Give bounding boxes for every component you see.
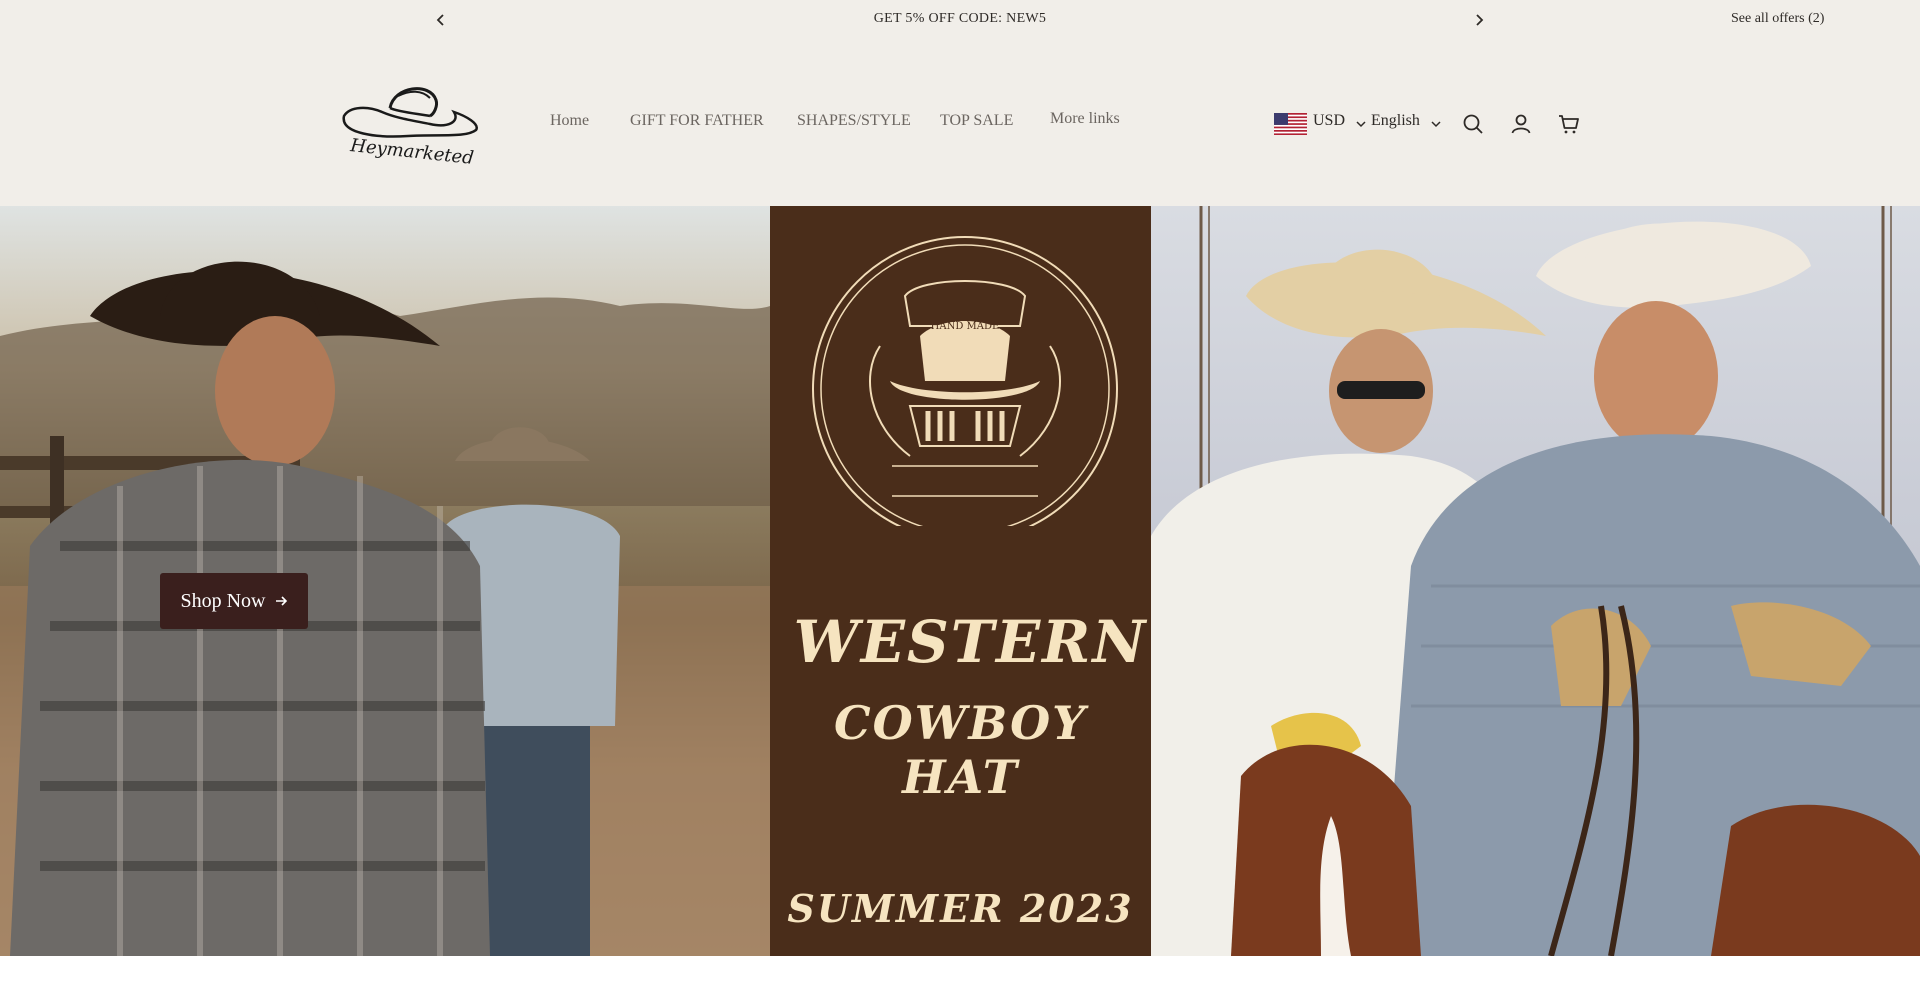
announcement-message: GET 5% OFF CODE: NEW5 bbox=[873, 11, 1047, 26]
handmade-badge-text: HAND MADE bbox=[931, 321, 1000, 332]
see-all-offers-link[interactable]: See all offers (2) bbox=[1731, 11, 1824, 27]
headline-summer-2023: SUMMER 2023 bbox=[787, 886, 1134, 931]
nav-more-links[interactable]: More links bbox=[1050, 110, 1120, 128]
headline-western: WESTERN bbox=[793, 608, 1148, 676]
site-header: Heymarketed Home GIFT FOR FATHER SHAPES/… bbox=[0, 40, 1920, 206]
logo-text: Heymarketed bbox=[348, 135, 474, 166]
nav-home[interactable]: Home bbox=[550, 112, 589, 130]
us-flag-icon bbox=[1274, 113, 1307, 135]
cart-icon[interactable] bbox=[1557, 112, 1581, 136]
logo[interactable]: Heymarketed bbox=[338, 76, 480, 169]
shop-now-button[interactable]: Shop Now bbox=[160, 573, 308, 629]
cowboys-riding-photo bbox=[1151, 206, 1920, 956]
hero-image-right bbox=[1151, 206, 1920, 956]
announcement-bar: GET 5% OFF CODE: NEW5 See all offers (2) bbox=[0, 0, 1920, 40]
cowboy-hat-logo-icon: Heymarketed bbox=[342, 87, 478, 169]
nav-shapes-style[interactable]: SHAPES/STYLE bbox=[797, 112, 911, 130]
hero-banner: Shop Now HAND MADE WESTERN COWBOY HAT SU… bbox=[0, 206, 1920, 956]
handmade-emblem-icon: HAND MADE bbox=[812, 236, 1118, 526]
nav-gift-for-father[interactable]: GIFT FOR FATHER bbox=[630, 112, 764, 130]
hero-promo-panel: HAND MADE WESTERN COWBOY HAT SUMMER 2023 bbox=[770, 206, 1151, 956]
arrow-right-icon bbox=[275, 596, 287, 606]
currency-selector[interactable]: USD bbox=[1313, 112, 1345, 130]
chevron-down-icon[interactable] bbox=[1355, 118, 1367, 130]
page-content-below-fold bbox=[0, 956, 1920, 993]
language-selector[interactable]: English bbox=[1371, 112, 1420, 130]
search-icon[interactable] bbox=[1461, 112, 1485, 136]
nav-top-sale[interactable]: TOP SALE bbox=[940, 112, 1013, 130]
hero-image-left: Shop Now bbox=[0, 206, 770, 956]
cowboy-photo-left bbox=[0, 261, 770, 956]
next-announcement-button[interactable] bbox=[1467, 8, 1491, 32]
chevron-down-icon[interactable] bbox=[1430, 118, 1442, 130]
shop-now-label: Shop Now bbox=[180, 589, 266, 612]
chevron-right-icon bbox=[1476, 14, 1484, 26]
headline-cowboy-hat: COWBOY HAT bbox=[834, 696, 1087, 804]
account-icon[interactable] bbox=[1509, 112, 1533, 136]
